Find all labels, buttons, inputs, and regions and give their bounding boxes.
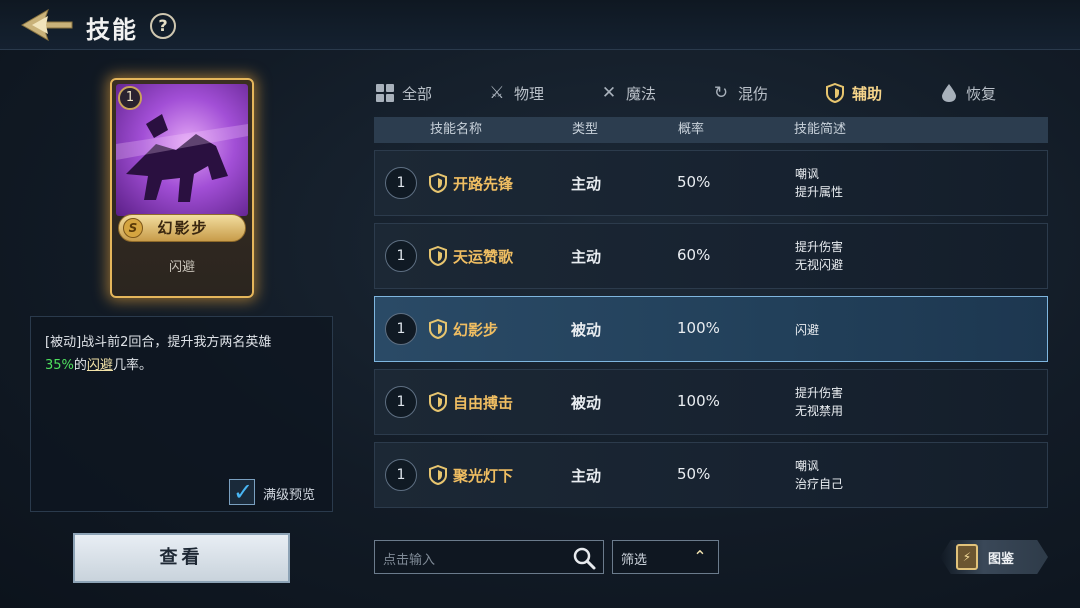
- shield-icon: [429, 319, 447, 339]
- card-name-plate: S 幻影步: [118, 214, 246, 242]
- page-title: 技能: [86, 16, 138, 44]
- desc-keyword-link[interactable]: 闪避: [87, 358, 113, 373]
- summary-line: 提升伤害: [795, 240, 844, 254]
- skill-summary: 提升伤害 无视禁用: [795, 384, 843, 420]
- summary-line: 闪避: [795, 323, 820, 337]
- skill-name: 开路先锋: [453, 175, 514, 193]
- tab-all[interactable]: 全部: [374, 78, 432, 108]
- checkmark-icon: ✓: [233, 478, 254, 506]
- tab-label: 物理: [514, 84, 545, 103]
- skill-type: 主动: [571, 175, 602, 193]
- skill-name: 幻影步: [453, 321, 499, 339]
- desc-text-part3: 几率。: [112, 358, 152, 373]
- skill-summary: 提升伤害 无视闪避: [795, 238, 843, 274]
- skill-probability: 60%: [677, 246, 711, 264]
- summary-line: 嘲讽: [795, 167, 820, 181]
- search-input[interactable]: 点击输入: [374, 540, 604, 574]
- skill-probability: 100%: [677, 319, 720, 337]
- card-name: 幻影步: [157, 219, 209, 237]
- shield-icon: [429, 465, 447, 485]
- skill-name: 聚光灯下: [453, 467, 514, 485]
- level-badge: 1: [385, 167, 417, 199]
- desc-text-part1: [被动]战斗前2回合，提升我方两名英雄: [45, 335, 272, 350]
- summary-line: 无视闪避: [795, 258, 844, 272]
- skill-summary: 嘲讽 提升属性: [795, 165, 843, 201]
- max-preview-checkbox[interactable]: ✓: [229, 478, 255, 506]
- help-button[interactable]: ?: [150, 13, 176, 39]
- filter-dropdown[interactable]: 筛选 ⌃: [612, 540, 719, 574]
- header-name: 技能名称: [430, 122, 483, 137]
- level-badge: 1: [385, 313, 417, 345]
- tab-recovery[interactable]: 恢复: [938, 78, 996, 108]
- table-row[interactable]: 1 天运赞歌 主动 60% 提升伤害 无视闪避: [374, 223, 1048, 289]
- description-panel: [被动]战斗前2回合，提升我方两名英雄 35%的闪避几率。 ✓ 满级预览: [30, 316, 333, 512]
- max-preview-label: 满级预览: [263, 488, 316, 503]
- summary-line: 无视禁用: [795, 404, 844, 418]
- tab-label: 混伤: [738, 84, 769, 103]
- swirl-icon: ↻: [713, 83, 729, 103]
- skill-probability: 50%: [677, 173, 711, 191]
- shield-icon: [429, 173, 447, 193]
- tab-support[interactable]: 辅助: [824, 78, 882, 108]
- desc-text-part2: 的: [73, 358, 87, 373]
- header-prob: 概率: [678, 122, 705, 137]
- skill-summary: 闪避: [795, 321, 819, 339]
- skill-description: [被动]战斗前2回合，提升我方两名英雄 35%的闪避几率。: [45, 331, 325, 377]
- view-button[interactable]: 查看: [73, 533, 290, 583]
- skill-card[interactable]: 1 S 幻影步 闪避: [110, 78, 254, 298]
- card-type-label: 闪避: [168, 260, 195, 275]
- card-level-badge: 1: [118, 86, 142, 110]
- skill-type: 被动: [571, 321, 602, 339]
- table-row[interactable]: 1 自由搏击 被动 100% 提升伤害 无视禁用: [374, 369, 1048, 435]
- header-type: 类型: [572, 122, 599, 137]
- table-header: 技能名称 类型 概率 技能简述: [374, 117, 1048, 143]
- skill-probability: 100%: [677, 392, 720, 410]
- filter-label: 筛选: [621, 553, 648, 568]
- skill-name: 自由搏击: [453, 394, 514, 412]
- tab-label: 辅助: [852, 84, 883, 103]
- summary-line: 嘲讽: [795, 459, 820, 473]
- search-placeholder: 点击输入: [383, 553, 436, 568]
- droplet-icon: [938, 82, 960, 104]
- shield-icon: [824, 82, 846, 104]
- skill-type: 被动: [571, 394, 602, 412]
- tab-label: 恢复: [966, 84, 997, 103]
- tab-magic[interactable]: ✕ 魔法: [598, 78, 656, 108]
- sword-icon: ⚔: [489, 83, 505, 103]
- gallery-button[interactable]: ⚡ 图鉴: [940, 540, 1048, 574]
- card-book-icon: ⚡: [956, 544, 978, 570]
- chevron-up-icon[interactable]: ⌃: [685, 544, 715, 570]
- grid-icon: [374, 82, 396, 104]
- category-tabs: 全部 ⚔ 物理 ✕ 魔法 ↻ 混伤 辅助 恢复: [374, 78, 1048, 108]
- tab-physical[interactable]: ⚔ 物理: [486, 78, 544, 108]
- table-row[interactable]: 1 聚光灯下 主动 50% 嘲讽 治疗自己: [374, 442, 1048, 508]
- header-desc: 技能简述: [794, 122, 847, 137]
- summary-line: 提升属性: [795, 185, 844, 199]
- shield-icon: [429, 246, 447, 266]
- table-row-selected[interactable]: 1 幻影步 被动 100% 闪避: [374, 296, 1048, 362]
- summary-line: 提升伤害: [795, 386, 844, 400]
- summary-line: 治疗自己: [795, 477, 844, 491]
- search-icon[interactable]: [571, 545, 597, 571]
- desc-value: 35%: [45, 358, 74, 373]
- skill-type: 主动: [571, 248, 602, 266]
- gallery-label: 图鉴: [988, 552, 1015, 567]
- level-badge: 1: [385, 240, 417, 272]
- skill-summary: 嘲讽 治疗自己: [795, 457, 843, 493]
- top-bar: 技能 ?: [0, 0, 1080, 50]
- tab-label: 魔法: [626, 84, 657, 103]
- tab-label: 全部: [402, 84, 433, 103]
- tab-mixed[interactable]: ↻ 混伤: [710, 78, 768, 108]
- skill-probability: 50%: [677, 465, 711, 483]
- back-arrow-icon[interactable]: [18, 6, 76, 44]
- shield-icon: [429, 392, 447, 412]
- table-row[interactable]: 1 开路先锋 主动 50% 嘲讽 提升属性: [374, 150, 1048, 216]
- skill-type: 主动: [571, 467, 602, 485]
- level-badge: 1: [385, 386, 417, 418]
- magic-icon: ✕: [601, 83, 617, 103]
- level-badge: 1: [385, 459, 417, 491]
- skill-name: 天运赞歌: [453, 248, 514, 266]
